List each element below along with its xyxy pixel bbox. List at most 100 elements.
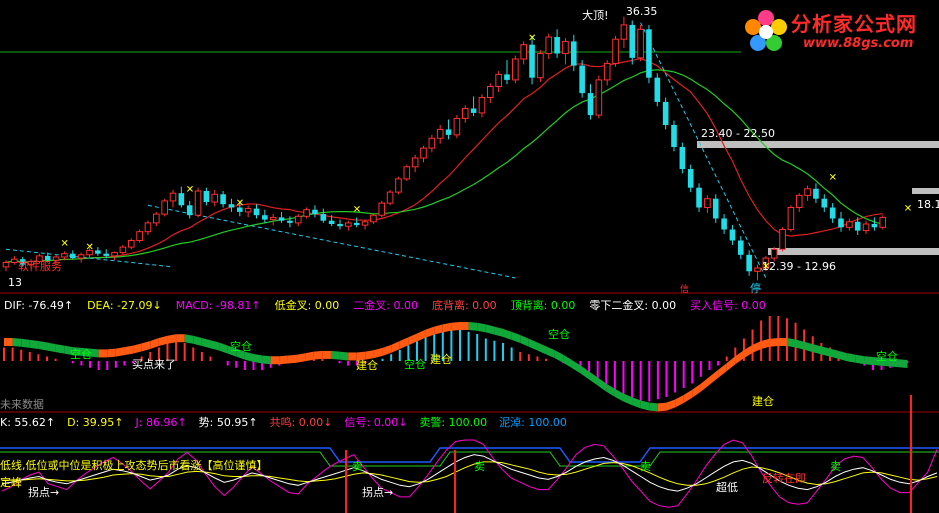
macd-ribbon-segment [107, 348, 116, 358]
candle-body-up [2, 262, 10, 268]
macd-ribbon-segment [270, 356, 280, 365]
macd-ribbon-segment [176, 334, 185, 343]
kdj-note: 卖 [474, 460, 485, 473]
candle-body-down [554, 37, 560, 54]
macd-ribbon-segment [425, 326, 435, 338]
candle-body-down [721, 218, 727, 230]
macd-ribbon-segment [279, 355, 288, 365]
candle-body-down [287, 220, 293, 223]
macd-ribbon-segment [460, 322, 469, 331]
macd-ribbon-segment [718, 363, 727, 378]
macd-signal-label: 买点来了 [132, 358, 176, 371]
macd-indicator-3: 低金叉: 0.00 [275, 298, 340, 312]
kdj-note: 超低 [716, 480, 738, 494]
candle-body-up [603, 62, 611, 81]
signal-mark: ✕ [60, 239, 68, 250]
macd-ribbon-segment [675, 395, 684, 408]
macd-ribbon-segment [38, 341, 48, 351]
macd-ribbon-segment [571, 360, 581, 374]
candle-body-up [804, 188, 811, 196]
candle-body-down [813, 188, 819, 199]
macd-ribbon-segment [4, 338, 13, 346]
macd-ribbon-segment [167, 334, 177, 344]
candle-body-up [787, 207, 795, 230]
candle-body-down [529, 44, 535, 78]
macd-ribbon-segment [623, 393, 633, 406]
macd-ribbon-segment [253, 353, 263, 364]
candle-body-down [654, 77, 661, 102]
macd-ribbon-segment [434, 324, 443, 335]
candle-body-up [537, 53, 544, 79]
kdj-indicator-3: 势: 50.95↑ [199, 416, 258, 429]
kdj-indicator-4: 共鸣: 0.00↓ [270, 415, 333, 429]
candle-body-up [77, 254, 85, 259]
macd-ribbon-segment [537, 342, 547, 355]
macd-indicator-4: 二金叉: 0.00 [353, 298, 418, 312]
candle-body-down [821, 198, 828, 208]
candle-body-up [194, 190, 202, 216]
kdj-indicator-2: J: 86.96↑ [135, 416, 187, 429]
candle-body-down [838, 218, 844, 228]
kdj-note: 拐点→ [28, 485, 59, 499]
candle-body-down [871, 224, 878, 228]
flower-logo-icon [745, 10, 787, 51]
kdj-note: 低线,低位或中位是积极上攻态势后市看涨【高位谨慎】 [0, 458, 268, 472]
candle-body-down [470, 108, 477, 113]
macd-ribbon-segment [726, 356, 736, 372]
candle-body-down [746, 254, 752, 272]
macd-indicator-5: 底背离: 0.00 [432, 298, 497, 312]
macd-ribbon-segment [640, 400, 650, 411]
candle-body-up [161, 200, 168, 215]
macd-ribbon-segment [804, 341, 813, 353]
candle-body-down [504, 74, 510, 80]
macd-ribbon-segment [528, 338, 538, 351]
candle-body-up [61, 253, 68, 258]
candle-body-up [211, 193, 219, 203]
macd-ribbon-segment [12, 338, 22, 347]
macd-ribbon-segment [649, 402, 658, 412]
candle-body-up [562, 40, 569, 55]
macd-ribbon-segment [520, 334, 529, 347]
candle-body-up [487, 86, 494, 98]
macd-indicator-6: 顶背离: 0.00 [511, 298, 576, 312]
chart-canvas: ✕ ✕✕✕✕✕✕✕✕大顶! 36.3523.40 - 22.5012.39 - 12… [0, 5, 939, 513]
candle-body-up [361, 221, 369, 226]
macd-ribbon-segment [812, 344, 822, 355]
candle-body-up [111, 252, 118, 257]
macd-ribbon-segment [589, 371, 598, 386]
candle-body-down [337, 224, 343, 227]
candle-body-up [370, 214, 377, 223]
macd-ribbon-segment [657, 402, 667, 412]
macd-signal-label: 空仓 [70, 347, 92, 361]
macd-ribbon-segment [838, 350, 848, 362]
candle-body-down [203, 191, 210, 202]
macd-ribbon-segment [296, 353, 306, 363]
candle-body-down [445, 129, 452, 135]
candle-body-up [136, 231, 143, 241]
candle-body-down [186, 205, 193, 216]
candle-body-up [512, 58, 519, 81]
signal-mark: ✕ [86, 242, 94, 253]
right-band [912, 188, 939, 194]
candle-body-up [495, 73, 502, 88]
signal-mark: ✕ [829, 173, 837, 184]
candle-body-up [403, 166, 411, 180]
candle-body-down [829, 207, 836, 219]
macd-ribbon-segment [322, 350, 331, 359]
macd-signal-label: 建仓 [752, 394, 774, 408]
candle-body-down [262, 215, 268, 220]
candle-body-down [353, 222, 360, 226]
candle-body-down [687, 169, 694, 188]
macd-signal-label: 空仓 [548, 327, 570, 341]
macd-ribbon-segment [761, 338, 770, 350]
candle-body-up [637, 28, 644, 59]
macd-ribbon-segment [133, 343, 142, 354]
macd-signal-label: 建仓 [430, 352, 452, 366]
kdj-header: 未来数据 [0, 397, 44, 411]
kdj-indicator-1: D: 39.95↑ [67, 416, 123, 429]
macd-ribbon-segment [563, 354, 572, 369]
right-price-label: 18.1 [917, 198, 939, 211]
resistance-band-label: 23.40 - 22.50 [701, 127, 775, 140]
macd-ribbon-segment [769, 338, 779, 347]
candle-body-up [428, 137, 436, 149]
